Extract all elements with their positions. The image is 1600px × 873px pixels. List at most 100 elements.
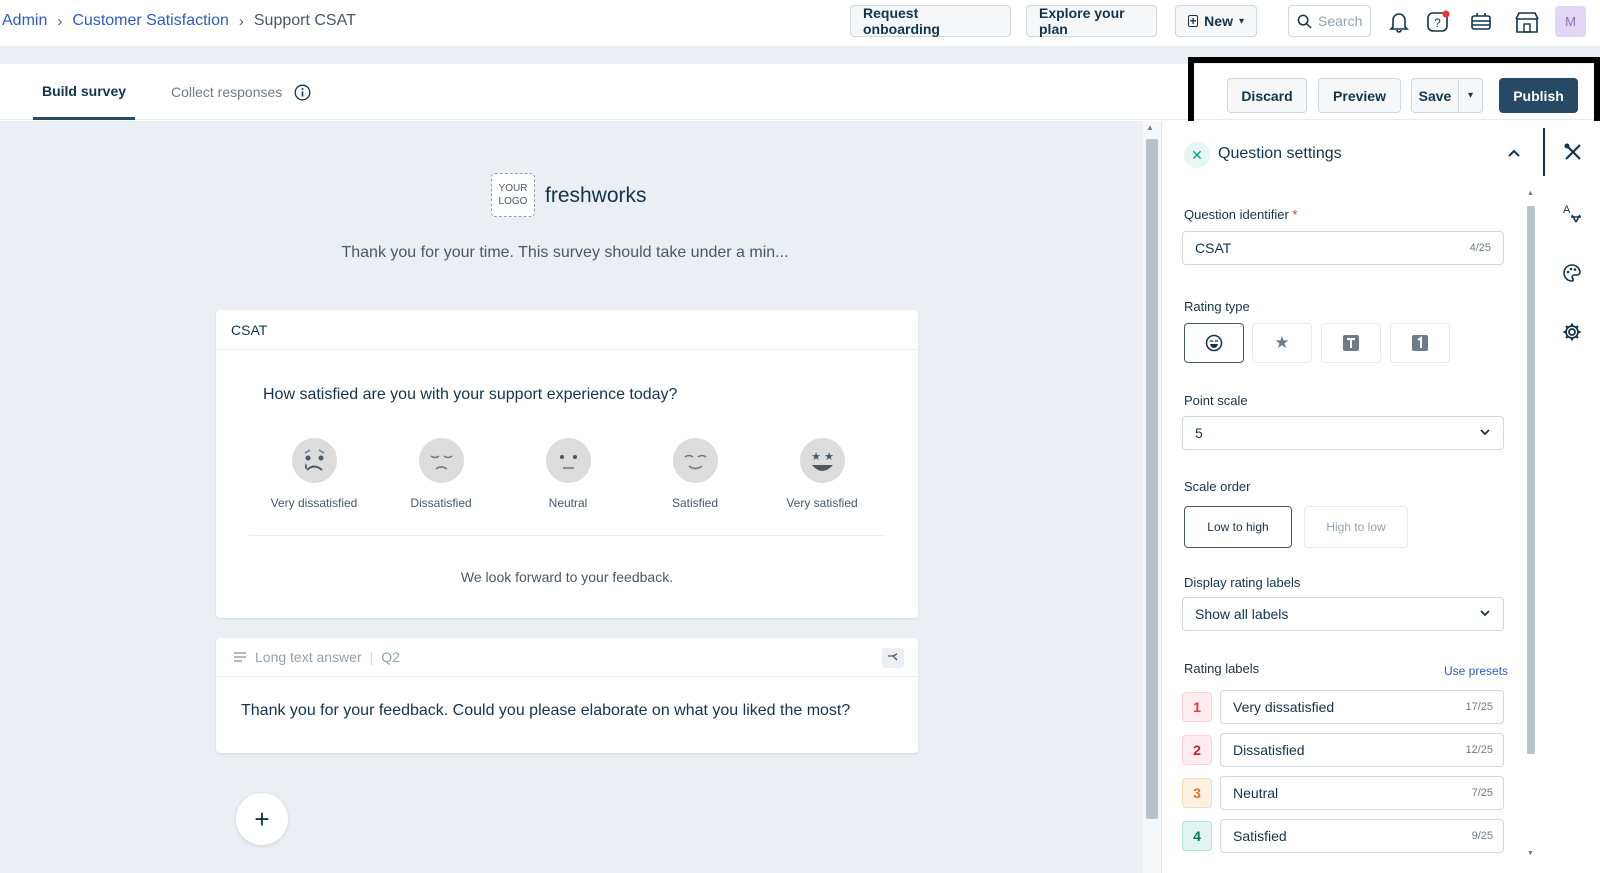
rating-label-text: Satisfied [1233,828,1287,844]
svg-text:★: ★ [811,450,821,463]
use-presets-link[interactable]: Use presets [1444,664,1508,678]
palette-icon[interactable] [1543,249,1600,297]
settings-tools-icon: ✕ [1184,142,1210,168]
scroll-up-arrow-icon[interactable]: ▲ [1146,123,1154,132]
satisfied-face-icon[interactable] [673,438,718,483]
point-scale-select[interactable]: 5 [1182,416,1504,450]
question-header: Long text answer | Q2 [216,638,918,677]
breadcrumb: Admin › Customer Satisfaction › Support … [2,12,356,30]
char-count: 7/25 [1471,787,1493,799]
rating-label-input-4[interactable]: Satisfied 9/25 [1220,819,1504,853]
tab-collect-responses[interactable]: Collect responses [171,64,311,120]
svg-text:A: A [1563,204,1571,216]
char-count: 4/25 [1469,242,1491,254]
question-text[interactable]: Thank you for your feedback. Could you p… [241,702,850,720]
add-question-button[interactable]: + [236,793,288,845]
canvas-scrollbar-thumb[interactable] [1146,139,1158,819]
svg-text:?: ? [1434,16,1441,30]
identifier-value: CSAT [1195,240,1232,256]
explore-plan-button[interactable]: Explore your plan [1026,5,1157,37]
rating-label-input-1[interactable]: Very dissatisfied 17/25 [1220,690,1504,724]
breadcrumb-current: Support CSAT [253,12,356,29]
very-dissatisfied-face-icon[interactable] [292,438,337,483]
request-onboarding-button[interactable]: Request onboarding [850,5,1011,37]
rating-type-text[interactable] [1321,323,1381,363]
rating-type-emoji[interactable] [1184,323,1244,363]
number-icon [1412,335,1428,351]
question-text[interactable]: How satisfied are you with your support … [263,386,677,404]
rating-type-number[interactable] [1390,323,1450,363]
option-label: Satisfied [671,496,719,510]
question-identifier-input[interactable]: CSAT 4/25 [1182,231,1504,265]
chevron-down-icon [1479,427,1491,439]
point-scale-label: Point scale [1184,393,1248,408]
scroll-up-arrow-icon[interactable]: ▲ [1527,190,1534,197]
rating-label-input-2[interactable]: Dissatisfied 12/25 [1220,733,1504,767]
required-mark: * [1288,207,1298,222]
chevron-down-icon [1479,608,1491,620]
plus-square-icon: + [1188,14,1199,28]
option-label: Dissatisfied [410,496,472,510]
very-satisfied-face-icon[interactable]: ★ ★ [800,438,845,483]
new-button[interactable]: + New ▾ [1175,5,1257,37]
scroll-down-arrow-icon[interactable]: ▼ [1527,850,1534,857]
rating-type-star[interactable]: ★ [1252,323,1312,363]
survey-intro[interactable]: Thank you for your time. This survey sho… [260,244,870,262]
branching-logic-icon[interactable] [882,648,904,668]
option-label: Very dissatisfied [270,496,358,510]
option-label: Very satisfied [786,496,858,510]
identifier-label-text: Question identifier [1184,207,1289,222]
gear-icon[interactable] [1543,308,1600,356]
help-icon[interactable]: ? [1424,8,1452,36]
rating-label-text: Neutral [1233,785,1279,801]
breadcrumb-admin[interactable]: Admin [2,12,47,30]
info-icon[interactable] [294,84,311,101]
tools-icon[interactable] [1543,128,1600,176]
char-count: 9/25 [1471,830,1493,842]
rating-label-input-3[interactable]: Neutral 7/25 [1220,776,1504,810]
avatar[interactable]: M [1555,6,1586,37]
star-icon: ★ [1274,333,1290,352]
tab-build-survey[interactable]: Build survey [33,64,135,120]
svg-text:★: ★ [824,450,834,463]
panel-scrollbar-thumb[interactable] [1527,206,1535,754]
question-card-q2[interactable]: Long text answer | Q2 Thank you for your… [216,638,918,753]
display-labels-select[interactable]: Show all labels [1182,597,1504,631]
point-scale-value: 5 [1195,425,1203,441]
rating-type-label: Rating type [1184,299,1250,314]
search-icon [1297,14,1312,29]
scale-low-to-high[interactable]: Low to high [1184,506,1292,548]
chevron-up-icon[interactable] [1507,145,1521,161]
translate-icon[interactable]: A [1543,189,1600,237]
char-count: 12/25 [1465,744,1493,756]
store-icon[interactable] [1513,8,1541,36]
chevron-down-icon: ▾ [1238,15,1244,27]
neutral-face-icon[interactable] [546,438,591,483]
announcement-icon[interactable] [1467,8,1495,36]
display-labels-value: Show all labels [1195,606,1289,622]
logo-placeholder[interactable]: YOUR LOGO [491,173,535,217]
question-footer[interactable]: We look forward to your feedback. [216,569,918,585]
dissatisfied-face-icon[interactable] [419,438,464,483]
question-card-csat[interactable]: CSAT How satisfied are you with your sup… [216,310,918,618]
option-label: Neutral [548,496,588,510]
rating-number-2: 2 [1182,735,1212,765]
rating-number-4: 4 [1182,821,1212,851]
chevron-right-icon: › [238,12,244,30]
new-label: New [1204,13,1233,29]
scale-order-label: Scale order [1184,479,1251,494]
tab-collect-label: Collect responses [171,84,283,100]
display-labels-label: Display rating labels [1184,575,1301,590]
breadcrumb-customer-satisfaction[interactable]: Customer Satisfaction [72,12,229,30]
question-type-label: Long text answer [255,649,362,665]
search-input[interactable]: Search [1288,5,1371,37]
char-count: 17/25 [1465,701,1493,713]
rating-label-text: Dissatisfied [1233,742,1305,758]
text-icon [1343,335,1359,351]
bell-icon[interactable] [1385,8,1413,36]
search-placeholder: Search [1318,13,1363,29]
chevron-right-icon: › [57,12,63,30]
scale-high-to-low[interactable]: High to low [1304,506,1408,548]
right-rail: A [1543,121,1600,873]
panel-title: Question settings [1218,145,1342,162]
